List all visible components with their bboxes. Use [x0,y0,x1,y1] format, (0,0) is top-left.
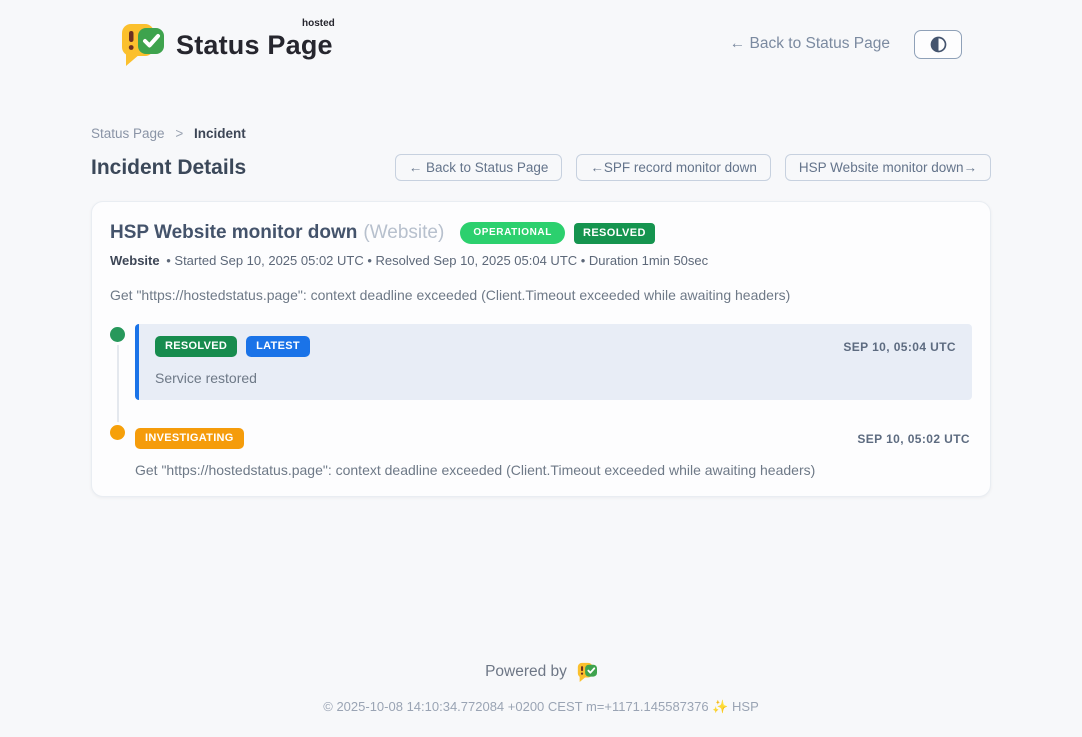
powered-by-link[interactable]: Powered by [0,661,1082,683]
incident-card-title-row: HSP Website monitor down (Website) OPERA… [110,222,972,244]
breadcrumb-status-page[interactable]: Status Page [91,126,165,141]
incident-description: Get "https://hostedstatus.page": context… [110,287,972,303]
page: Status Page hosted ← Back to Status Page… [0,0,1082,737]
breadcrumb-incident: Incident [194,126,246,141]
prev-incident-button[interactable]: ←SPF record monitor down [576,154,771,181]
incident-component: (Website) [363,222,444,244]
operational-status-badge: OPERATIONAL [460,222,565,244]
theme-toggle-button[interactable] [914,30,962,59]
timeline-entry-message: Service restored [155,370,956,386]
header: Status Page hosted ← Back to Status Page [0,0,1082,74]
incident-card: HSP Website monitor down (Website) OPERA… [91,201,991,497]
incident-nav-buttons: ← Back to Status Page ←SPF record monito… [395,154,991,181]
powered-by-text: Powered by [485,663,567,681]
timeline-dot-resolved [110,327,125,342]
timeline-dot-investigating [110,425,125,440]
page-title: Incident Details [91,156,246,180]
timeline-entry-message: Get "https://hostedstatus.page": context… [135,462,970,478]
brand-logo-icon [118,20,164,68]
incident-title: HSP Website monitor down [110,222,357,244]
timeline-connector-line [117,338,119,433]
powered-by-logo-icon [576,661,597,683]
next-incident-button[interactable]: HSP Website monitor down→ [785,154,991,181]
incident-timeline: RESOLVED LATEST SEP 10, 05:04 UTC Servic… [110,324,972,478]
timeline-investigating-badge: INVESTIGATING [135,428,244,449]
incident-meta-component: Website [110,253,160,268]
header-right: ← Back to Status Page [730,30,962,59]
incident-meta: Website • Started Sep 10, 2025 05:02 UTC… [110,253,972,268]
resolved-status-badge: RESOLVED [574,223,655,244]
timeline-entry-investigating: INVESTIGATING SEP 10, 05:02 UTC Get "htt… [135,428,972,478]
incident-meta-details: • Started Sep 10, 2025 05:02 UTC • Resol… [166,253,708,268]
main-content: Status Page > Incident Incident Details … [91,126,991,497]
title-row: Incident Details ← Back to Status Page ←… [91,154,991,181]
header-back-link[interactable]: ← Back to Status Page [730,35,890,53]
footer: Powered by © 2025-10-08 14:10:34.772084 … [0,661,1082,715]
breadcrumb: Status Page > Incident [91,126,991,141]
theme-contrast-icon [930,36,947,53]
breadcrumb-separator: > [175,126,183,141]
timeline-latest-badge: LATEST [246,336,310,357]
timeline-entry-resolved: RESOLVED LATEST SEP 10, 05:04 UTC Servic… [135,324,972,400]
copyright-text: © 2025-10-08 14:10:34.772084 +0200 CEST … [0,699,1082,715]
timeline-entry-head: INVESTIGATING SEP 10, 05:02 UTC [135,428,970,449]
brand-name: Status Page [176,30,333,60]
brand-text-wrap: Status Page hosted [176,20,333,61]
brand-logo[interactable]: Status Page hosted [118,20,333,68]
timeline-entry-badges: RESOLVED LATEST [155,336,310,357]
brand-superscript: hosted [302,18,335,29]
timeline-entry-head: RESOLVED LATEST SEP 10, 05:04 UTC [155,336,956,357]
timeline-resolved-badge: RESOLVED [155,336,237,357]
timeline-entry-badges: INVESTIGATING [135,428,244,449]
back-to-status-page-button[interactable]: ← Back to Status Page [395,154,563,181]
timeline-entry-timestamp: SEP 10, 05:02 UTC [857,432,970,446]
timeline-entry-timestamp: SEP 10, 05:04 UTC [843,340,956,354]
